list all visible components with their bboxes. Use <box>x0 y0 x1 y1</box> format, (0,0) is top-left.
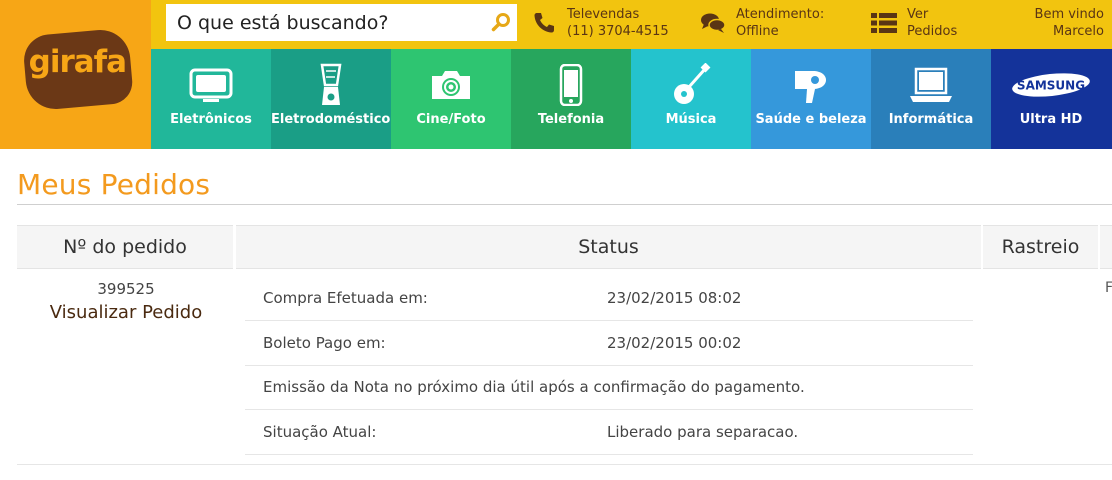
orders-table-header: Nº do pedido Status Rastreio <box>17 225 1112 269</box>
status-row: Situação Atual: Liberado para separacao. <box>245 411 973 455</box>
category-label: Eletrodomésticos <box>271 112 399 127</box>
column-header-tracking: Rastreio <box>983 225 1098 269</box>
status-label: Situação Atual: <box>263 423 377 441</box>
category-label: Saúde e beleza <box>755 112 867 127</box>
samsung-logo-icon: SAMSUNG <box>1012 73 1090 97</box>
page-title: Meus Pedidos <box>17 168 211 201</box>
laptop-icon <box>910 67 952 102</box>
status-label: Boleto Pago em: <box>263 334 386 352</box>
category-label: Telefonia <box>537 112 605 127</box>
column-header-order: Nº do pedido <box>17 225 233 269</box>
hair-dryer-icon <box>795 71 826 103</box>
smartphone-icon <box>559 64 583 106</box>
status-value: 23/02/2015 00:02 <box>607 334 742 352</box>
status-row: Boleto Pago em: 23/02/2015 00:02 <box>245 322 973 366</box>
welcome-label: Bem vindo <box>1034 7 1104 22</box>
category-label: Informática <box>888 112 974 127</box>
blender-icon <box>320 63 342 105</box>
guitar-icon <box>674 63 711 104</box>
search-icon[interactable] <box>491 12 511 32</box>
category-cine-foto[interactable]: Cine/Foto <box>391 49 511 149</box>
list-icon <box>871 13 897 33</box>
top-bar: Televendas (11) 3704-4515 Atendimento: Off… <box>151 0 1112 49</box>
atendimento-label: Atendimento: <box>736 7 825 22</box>
pedidos-line1: Ver <box>907 7 929 22</box>
tracking-cut-text: F <box>1105 280 1112 296</box>
category-label: Música <box>665 112 717 127</box>
search-input[interactable] <box>166 4 486 41</box>
televendas-phone: (11) 3704-4515 <box>567 24 669 39</box>
search-box <box>166 4 517 41</box>
tv-icon <box>189 68 233 102</box>
site-header: girafa Televendas(11) 3704-4515 Atend <box>0 0 1112 149</box>
category-label: Eletrônicos <box>170 112 252 127</box>
category-ultra-hd[interactable]: SAMSUNG Ultra HD <box>991 49 1112 149</box>
user-name: Marcelo <box>1053 24 1104 39</box>
logo-area[interactable]: girafa <box>0 0 151 149</box>
category-label: Ultra HD <box>1019 112 1083 127</box>
column-header-extra <box>1100 225 1112 269</box>
status-row: Compra Efetuada em: 23/02/2015 08:02 <box>245 277 973 321</box>
status-value: 23/02/2015 08:02 <box>607 289 742 307</box>
atendimento-status: Offline <box>736 24 779 39</box>
pedidos-line2: Pedidos <box>907 24 958 39</box>
girafa-logo[interactable]: girafa <box>21 27 135 112</box>
welcome-user[interactable]: Bem vindo Marcelo <box>1035 6 1104 40</box>
view-order-link[interactable]: Visualizar Pedido <box>17 302 235 323</box>
logo-text: girafa <box>28 44 127 81</box>
status-note: Emissão da Nota no próximo dia útil após… <box>263 378 805 396</box>
status-row: Emissão da Nota no próximo dia útil após… <box>245 366 973 410</box>
column-header-status: Status <box>236 225 981 269</box>
order-number: 399525 <box>97 280 155 298</box>
category-telefonia[interactable]: Telefonia <box>511 49 631 149</box>
televendas-label: Televendas <box>567 7 640 22</box>
chat-bubbles-icon <box>701 13 726 33</box>
category-informatica[interactable]: Informática <box>871 49 991 149</box>
category-musica[interactable]: Música <box>631 49 751 149</box>
category-nav: Eletrônicos Eletrodomésticos Cine/Foto T… <box>151 49 1112 149</box>
svg-text:SAMSUNG: SAMSUNG <box>1017 79 1085 93</box>
camera-icon <box>432 71 470 99</box>
status-label: Compra Efetuada em: <box>263 289 428 307</box>
phone-icon <box>534 13 554 33</box>
status-value: Liberado para separacao. <box>607 423 799 441</box>
category-eletronicos[interactable]: Eletrônicos <box>151 49 271 149</box>
table-bottom-divider <box>17 464 1112 465</box>
category-label: Cine/Foto <box>416 112 486 127</box>
title-divider <box>17 204 1112 205</box>
category-saude-beleza[interactable]: Saúde e beleza <box>751 49 871 149</box>
category-eletrodomesticos[interactable]: Eletrodomésticos <box>271 49 399 149</box>
